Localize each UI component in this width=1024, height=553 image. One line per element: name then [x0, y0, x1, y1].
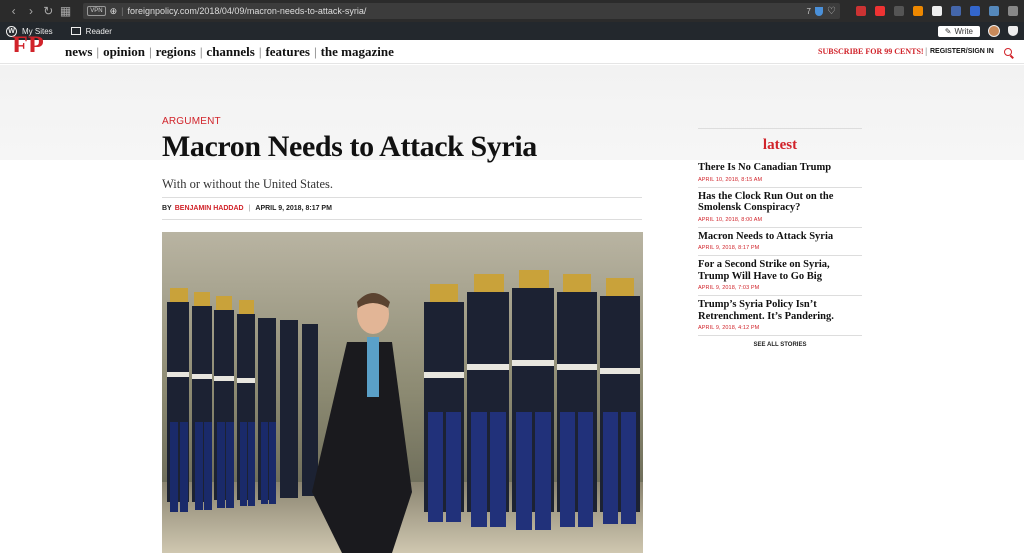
- story-title[interactable]: Trump’s Syria Policy Isn’t Retrenchment.…: [698, 299, 862, 322]
- story-date: APRIL 9, 2018, 8:17 PM: [698, 245, 760, 251]
- article-kicker[interactable]: ARGUMENT: [162, 116, 221, 127]
- story-title[interactable]: Has the Clock Run Out on the Smolensk Co…: [698, 191, 862, 214]
- latest-heading: latest: [698, 128, 862, 160]
- latest-sidebar: latest There Is No Canadian Trump APRIL …: [698, 128, 862, 348]
- shield-icon[interactable]: [815, 6, 823, 16]
- back-icon[interactable]: ‹: [6, 3, 21, 19]
- article-headline: Macron Needs to Attack Syria: [162, 130, 537, 163]
- address-bar[interactable]: VPN ⊕ | foreignpolicy.com/2018/04/09/mac…: [83, 3, 840, 19]
- fp-logo[interactable]: FP: [12, 36, 44, 52]
- translate-icon[interactable]: [969, 6, 980, 16]
- nav-features[interactable]: features: [264, 44, 311, 60]
- notifications-icon[interactable]: [1008, 26, 1018, 36]
- extension-icons: [855, 6, 1018, 16]
- extension-orange-icon[interactable]: [912, 6, 923, 16]
- byline: BY BENJAMIN HADDAD | APRIL 9, 2018, 8:17…: [162, 197, 642, 220]
- nav-the-magazine[interactable]: the magazine: [320, 44, 395, 60]
- extension-red-icon[interactable]: [855, 6, 866, 16]
- search-icon[interactable]: [1004, 48, 1012, 56]
- hero-image: [162, 232, 643, 553]
- wp-admin-bar: W My Sites Reader ✎ Write: [0, 22, 1024, 40]
- vpn-badge[interactable]: VPN: [87, 6, 106, 16]
- grid-icon[interactable]: ▦: [58, 3, 73, 19]
- main-nav: news | opinion | regions | channels | featur…: [64, 44, 395, 60]
- browser-toolbar: ‹ › ↻ ▦ VPN ⊕ | foreignpolicy.com/2018/0…: [0, 0, 1024, 22]
- nav-channels[interactable]: channels: [205, 44, 255, 60]
- url-text[interactable]: foreignpolicy.com/2018/04/09/macron-need…: [127, 6, 366, 16]
- article-dek: With or without the United States.: [162, 177, 334, 191]
- forward-icon[interactable]: ›: [23, 3, 38, 19]
- list-item[interactable]: For a Second Strike on Syria, Trump Will…: [698, 256, 862, 296]
- pencil-icon: ✎: [944, 26, 952, 36]
- list-item[interactable]: Has the Clock Run Out on the Smolensk Co…: [698, 188, 862, 228]
- story-date: APRIL 10, 2018, 8:15 AM: [698, 176, 763, 183]
- download-icon[interactable]: [1007, 6, 1018, 16]
- reader-link[interactable]: Reader: [86, 27, 112, 36]
- badge-count: 7: [806, 6, 811, 16]
- nav-regions[interactable]: regions: [155, 44, 197, 60]
- extension-blue-icon[interactable]: [950, 6, 961, 16]
- author-link[interactable]: BENJAMIN HADDAD: [175, 205, 244, 212]
- site-header: FP news | opinion | regions | channels | fea…: [0, 36, 1024, 64]
- story-title[interactable]: Macron Needs to Attack Syria: [698, 231, 862, 243]
- write-button[interactable]: ✎ Write: [937, 25, 980, 37]
- subscribe-link[interactable]: SUBSCRIBE FOR 99 CENTS!: [818, 47, 924, 56]
- list-item[interactable]: Trump’s Syria Policy Isn’t Retrenchment.…: [698, 296, 862, 336]
- hero-photo: [162, 232, 643, 553]
- see-all-stories-link[interactable]: SEE ALL STORIES: [698, 342, 862, 348]
- heart-icon[interactable]: ♡: [827, 6, 836, 17]
- globe-icon: ⊕: [109, 5, 118, 16]
- story-date: APRIL 9, 2018, 7:03 PM: [698, 285, 760, 291]
- story-date: APRIL 9, 2018, 4:12 PM: [698, 325, 760, 331]
- extension-badge-icon[interactable]: [874, 6, 885, 16]
- list-item[interactable]: Macron Needs to Attack Syria APRIL 9, 20…: [698, 228, 862, 256]
- reader-icon[interactable]: [70, 27, 81, 35]
- publish-date: APRIL 9, 2018, 8:17 PM: [255, 205, 332, 212]
- story-title[interactable]: There Is No Canadian Trump: [698, 162, 862, 174]
- avatar[interactable]: [988, 25, 1000, 37]
- story-title[interactable]: For a Second Strike on Syria, Trump Will…: [698, 259, 862, 282]
- amazon-icon[interactable]: [931, 6, 942, 16]
- extension-puzzle-icon[interactable]: [988, 6, 999, 16]
- list-item[interactable]: There Is No Canadian Trump APRIL 10, 201…: [698, 160, 862, 188]
- nav-opinion[interactable]: opinion: [102, 44, 146, 60]
- reload-icon[interactable]: ↻: [41, 3, 56, 19]
- my-sites-link[interactable]: My Sites: [22, 27, 53, 36]
- wordpress-icon[interactable]: W: [6, 25, 17, 37]
- story-date: APRIL 10, 2018, 8:00 AM: [698, 216, 763, 223]
- extension-dots-icon[interactable]: [893, 6, 904, 16]
- nav-news[interactable]: news: [64, 44, 93, 60]
- register-signin-link[interactable]: REGISTER/SIGN IN: [930, 48, 994, 55]
